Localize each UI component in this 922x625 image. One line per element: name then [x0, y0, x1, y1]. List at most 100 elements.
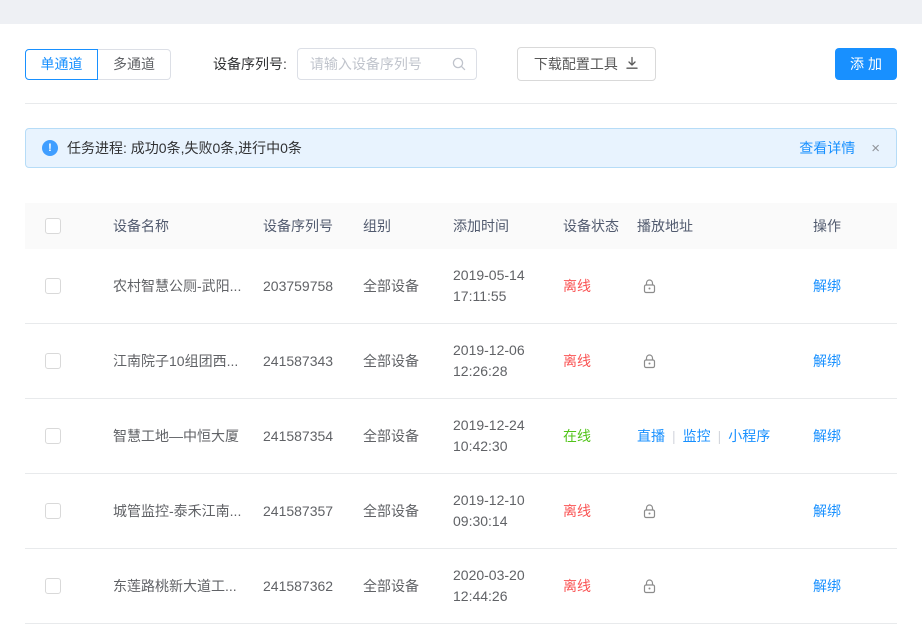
device-group: 全部设备: [363, 576, 453, 596]
serial-number: 241587354: [263, 428, 363, 444]
download-config-tool-button[interactable]: 下载配置工具: [517, 47, 656, 81]
add-device-button[interactable]: 添加: [835, 48, 897, 80]
status-badge: 在线: [563, 426, 637, 446]
device-group: 全部设备: [363, 276, 453, 296]
unbind-link[interactable]: 解绑: [813, 278, 841, 294]
serial-search-input[interactable]: [298, 49, 521, 79]
table-body: 农村智慧公厕-武阳... 203759758 全部设备 2019-05-14 1…: [25, 249, 897, 624]
add-clock-time: 09:30:14: [453, 511, 555, 532]
device-list-page: 单通道 多通道 设备序列号: 下载配置工具 添加: [0, 48, 922, 624]
serial-number: 241587343: [263, 353, 363, 369]
select-all-checkbox[interactable]: [45, 218, 61, 234]
link-separator: |: [672, 428, 676, 444]
play-cell: 直播 | 监控 | 小程序: [637, 426, 813, 446]
play-link-miniprogram[interactable]: 小程序: [728, 426, 770, 446]
lock-icon: [641, 503, 658, 520]
play-link-live[interactable]: 直播: [637, 426, 665, 446]
table-row: 城管监控-泰禾江南... 241587357 全部设备 2019-12-10 0…: [25, 474, 897, 549]
row-checkbox[interactable]: [45, 578, 61, 594]
row-checkbox[interactable]: [45, 353, 61, 369]
serial-search-box: [297, 48, 477, 80]
serial-number-label: 设备序列号:: [213, 54, 287, 74]
row-checkbox[interactable]: [45, 428, 61, 444]
add-clock-time: 12:26:28: [453, 361, 555, 382]
channel-toggle-group: 单通道 多通道: [25, 49, 171, 80]
action-cell: 解绑: [813, 276, 897, 296]
unbind-link[interactable]: 解绑: [813, 503, 841, 519]
download-icon: [625, 56, 639, 73]
play-cell: [637, 353, 813, 370]
row-select-cell: [25, 428, 98, 444]
table-header-row: 设备名称 设备序列号 组别 添加时间 设备状态 播放地址 操作: [25, 203, 897, 249]
unbind-link[interactable]: 解绑: [813, 578, 841, 594]
lock-icon: [641, 278, 658, 295]
select-all-cell: [25, 218, 98, 234]
play-link-monitor[interactable]: 监控: [683, 426, 711, 446]
unbind-link[interactable]: 解绑: [813, 428, 841, 444]
device-name: 东莲路桃新大道工...: [98, 576, 263, 596]
add-time: 2019-12-10 09:30:14: [453, 490, 563, 532]
status-badge: 离线: [563, 576, 637, 596]
device-group: 全部设备: [363, 426, 453, 446]
table-row: 江南院子10组团西... 241587343 全部设备 2019-12-06 1…: [25, 324, 897, 399]
col-device-status: 设备状态: [563, 216, 637, 236]
row-select-cell: [25, 278, 98, 294]
task-progress-banner: ! 任务进程: 成功0条,失败0条,进行中0条 查看详情 ×: [25, 128, 897, 168]
unbind-link[interactable]: 解绑: [813, 353, 841, 369]
col-action: 操作: [813, 216, 897, 236]
add-date: 2019-05-14: [453, 265, 555, 286]
task-progress-message: 任务进程: 成功0条,失败0条,进行中0条: [67, 138, 799, 158]
tab-single-channel[interactable]: 单通道: [25, 49, 98, 80]
device-name: 江南院子10组团西...: [98, 351, 263, 371]
action-cell: 解绑: [813, 351, 897, 371]
action-cell: 解绑: [813, 426, 897, 446]
row-select-cell: [25, 353, 98, 369]
table-row: 智慧工地—中恒大厦 241587354 全部设备 2019-12-24 10:4…: [25, 399, 897, 474]
serial-number: 241587362: [263, 578, 363, 594]
tab-multi-channel[interactable]: 多通道: [98, 49, 171, 80]
add-clock-time: 12:44:26: [453, 586, 555, 607]
status-badge: 离线: [563, 351, 637, 371]
table-row: 东莲路桃新大道工... 241587362 全部设备 2020-03-20 12…: [25, 549, 897, 624]
row-select-cell: [25, 578, 98, 594]
device-name: 智慧工地—中恒大厦: [98, 426, 263, 446]
row-checkbox[interactable]: [45, 503, 61, 519]
add-date: 2019-12-24: [453, 415, 555, 436]
add-date: 2020-03-20: [453, 565, 555, 586]
download-button-label: 下载配置工具: [534, 54, 618, 74]
col-serial-number: 设备序列号: [263, 216, 363, 236]
top-gray-band: [0, 0, 922, 24]
add-time: 2019-12-24 10:42:30: [453, 415, 563, 457]
serial-number: 241587357: [263, 503, 363, 519]
col-group: 组别: [363, 216, 453, 236]
play-cell: [637, 503, 813, 520]
table-row: 农村智慧公厕-武阳... 203759758 全部设备 2019-05-14 1…: [25, 249, 897, 324]
col-add-time: 添加时间: [453, 216, 563, 236]
add-clock-time: 17:11:55: [453, 286, 555, 307]
add-time: 2020-03-20 12:44:26: [453, 565, 563, 607]
status-badge: 离线: [563, 501, 637, 521]
lock-icon: [641, 578, 658, 595]
toolbar: 单通道 多通道 设备序列号: 下载配置工具 添加: [25, 48, 897, 80]
play-cell: [637, 278, 813, 295]
banner-close-icon[interactable]: ×: [871, 141, 880, 156]
action-cell: 解绑: [813, 576, 897, 596]
row-checkbox[interactable]: [45, 278, 61, 294]
search-icon[interactable]: [451, 56, 467, 75]
device-name: 城管监控-泰禾江南...: [98, 501, 263, 521]
col-device-name: 设备名称: [98, 216, 263, 236]
add-date: 2019-12-06: [453, 340, 555, 361]
device-group: 全部设备: [363, 351, 453, 371]
add-time: 2019-05-14 17:11:55: [453, 265, 563, 307]
add-clock-time: 10:42:30: [453, 436, 555, 457]
view-details-link[interactable]: 查看详情: [799, 138, 855, 158]
lock-icon: [641, 353, 658, 370]
device-table: 设备名称 设备序列号 组别 添加时间 设备状态 播放地址 操作 农村智慧公厕-武…: [25, 203, 897, 624]
link-separator: |: [718, 428, 722, 444]
serial-number: 203759758: [263, 278, 363, 294]
device-group: 全部设备: [363, 501, 453, 521]
add-time: 2019-12-06 12:26:28: [453, 340, 563, 382]
info-icon: !: [42, 140, 58, 156]
col-play-address: 播放地址: [637, 216, 813, 236]
device-name: 农村智慧公厕-武阳...: [98, 276, 263, 296]
